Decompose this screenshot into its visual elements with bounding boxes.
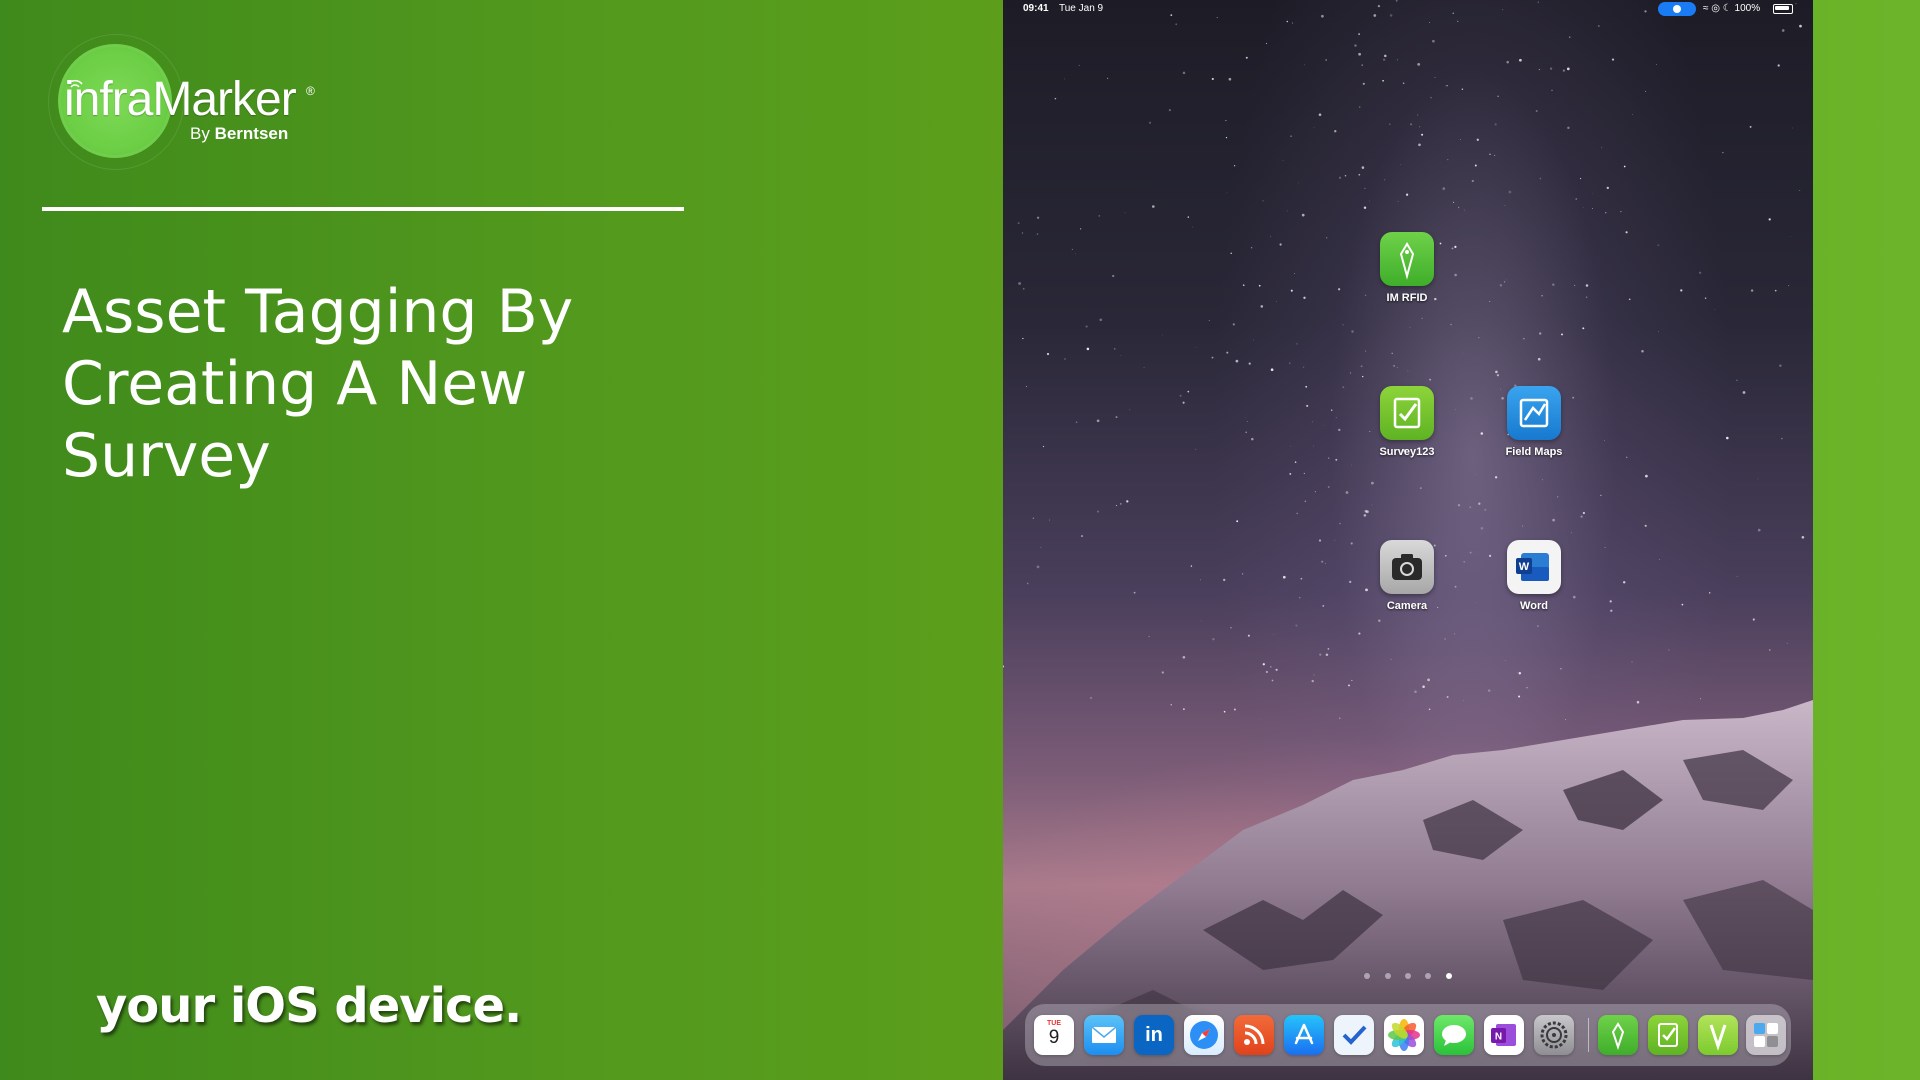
status-time: 09:41	[1023, 3, 1049, 14]
settings-icon[interactable]	[1534, 1015, 1574, 1055]
status-date: Tue Jan 9	[1059, 3, 1104, 14]
location-icon: ◎	[1711, 3, 1721, 14]
logo-registered-mark: ®	[306, 84, 315, 98]
calendar-icon[interactable]: TUE 9	[1034, 1015, 1074, 1055]
linkedin-icon[interactable]: in	[1134, 1015, 1174, 1055]
battery-icon	[1773, 4, 1793, 14]
im-rfid-icon	[1380, 232, 1434, 286]
app-field-maps[interactable]: Field Maps	[1489, 386, 1579, 458]
mail-icon[interactable]	[1084, 1015, 1124, 1055]
status-bar: 09:41 Tue Jan 9 ≈ ◎ ☾ 100%	[1003, 0, 1813, 20]
subtitle-caption: your iOS device.	[96, 978, 522, 1034]
video-title: Asset Tagging By Creating A New Survey	[62, 276, 682, 492]
ipad-screen: 09:41 Tue Jan 9 ≈ ◎ ☾ 100% IM RFID Surve…	[1003, 0, 1813, 1080]
title-line-3: Survey	[62, 421, 271, 491]
title-divider	[42, 207, 684, 211]
field-maps-icon	[1507, 386, 1561, 440]
inframarker-logo: infraMarker ® By Berntsen	[48, 34, 338, 170]
app-label: IM RFID	[1386, 292, 1428, 304]
logo-byline: By Berntsen	[190, 124, 288, 144]
dock: TUE 9 in N	[1025, 1004, 1791, 1066]
app-im-rfid[interactable]: IM RFID	[1362, 232, 1452, 304]
svg-text:N: N	[1495, 1032, 1502, 1043]
svg-text:W: W	[1519, 561, 1530, 573]
inframarker-dock-icon[interactable]	[1698, 1015, 1738, 1055]
app-word[interactable]: W Word	[1489, 540, 1579, 612]
moon-icon: ☾	[1722, 3, 1732, 14]
app-survey123[interactable]: Survey123	[1362, 386, 1452, 458]
battery-percent: 100%	[1734, 3, 1761, 14]
survey123-dock-icon[interactable]	[1648, 1015, 1688, 1055]
page-dot[interactable]	[1384, 973, 1391, 979]
title-line-2: Creating A New	[62, 349, 528, 419]
survey123-icon	[1380, 386, 1434, 440]
camera-icon	[1380, 540, 1434, 594]
page-indicator[interactable]	[1003, 966, 1813, 984]
dock-separator	[1588, 1018, 1589, 1052]
screen-recording-icon[interactable]	[1658, 2, 1696, 16]
page-dot-active[interactable]	[1445, 973, 1452, 979]
rss-reader-icon[interactable]	[1234, 1015, 1274, 1055]
app-label: Field Maps	[1505, 446, 1563, 458]
app-store-icon[interactable]	[1284, 1015, 1324, 1055]
logo-by: By	[190, 124, 210, 143]
word-icon: W	[1507, 540, 1561, 594]
tasks-icon[interactable]	[1334, 1015, 1374, 1055]
page-dot[interactable]	[1364, 973, 1371, 979]
title-line-1: Asset Tagging By	[62, 277, 574, 347]
safari-icon[interactable]	[1184, 1015, 1224, 1055]
logo-brand: infraMarker	[64, 73, 297, 126]
app-label: Camera	[1386, 600, 1428, 612]
page-dot[interactable]	[1425, 973, 1432, 979]
calendar-day-number: 9	[1048, 1027, 1060, 1048]
app-camera[interactable]: Camera	[1362, 540, 1452, 612]
messages-icon[interactable]	[1434, 1015, 1474, 1055]
recent-apps-icon[interactable]	[1746, 1015, 1786, 1055]
photos-icon[interactable]	[1384, 1015, 1424, 1055]
app-label: Word	[1520, 600, 1548, 612]
wifi-icon: ≈	[1703, 3, 1709, 14]
app-label: Survey123	[1379, 446, 1435, 458]
im-rfid-dock-icon[interactable]	[1598, 1015, 1638, 1055]
status-icons: ≈ ◎ ☾ 100%	[1703, 3, 1760, 14]
page-dot[interactable]	[1405, 973, 1411, 979]
logo-company: Berntsen	[214, 124, 289, 143]
onenote-icon[interactable]: N	[1484, 1015, 1524, 1055]
